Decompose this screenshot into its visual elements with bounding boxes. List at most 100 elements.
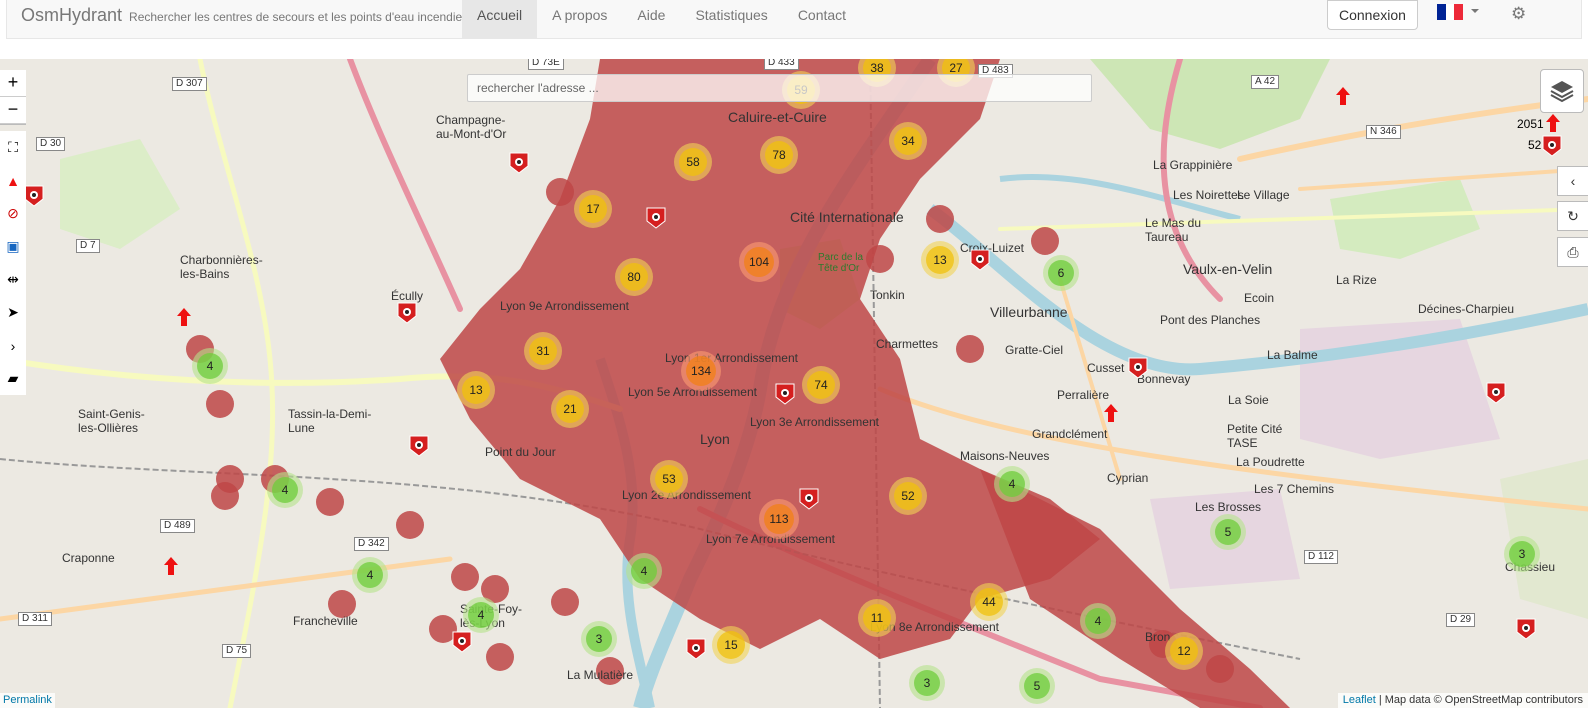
measure-icon[interactable]: ⇹ [0,263,26,296]
count-label: 2051 [1517,117,1544,131]
chevron-down-icon[interactable] [1471,9,1479,13]
fire-station-icon[interactable] [646,207,666,229]
nav-accueil[interactable]: Accueil [462,0,538,38]
marker-cluster[interactable]: 31 [524,332,562,370]
place-label: Lyon [700,431,730,447]
fire-station-icon[interactable] [1542,135,1562,157]
marker-cluster[interactable]: 4 [1080,603,1116,639]
fullscreen-icon[interactable]: ⛶ [0,131,26,164]
marker-cluster[interactable]: 80 [615,258,653,296]
place-label: La Grappinière [1153,158,1233,172]
add-station-icon[interactable]: ⊘ [0,197,26,230]
nav-contact[interactable]: Contact [783,0,861,38]
hydrant-icon[interactable] [1101,402,1121,424]
marker-cluster[interactable]: 5 [1210,514,1246,550]
marker-cluster[interactable]: 44 [970,583,1008,621]
road-label: D 112 [1304,550,1338,564]
zoom-in-button[interactable]: + [0,70,26,97]
marker-cluster[interactable]: 134 [681,351,721,391]
road-label: N 346 [1366,125,1401,139]
marker-cluster[interactable]: 13 [921,241,959,279]
hydrant-icon[interactable] [1333,85,1353,107]
marker-cluster[interactable]: 4 [267,472,303,508]
language-flag-icon[interactable] [1437,4,1464,20]
collapse-icon[interactable]: ‹ [1557,166,1588,196]
marker-cluster[interactable]: 34 [889,122,927,160]
nav-statistiques[interactable]: Statistiques [680,0,782,38]
fire-station-icon[interactable] [409,435,429,457]
road-label: A 42 [1251,75,1280,89]
fire-station-icon[interactable] [509,152,529,174]
hydrant-icon[interactable] [161,555,181,577]
nav-a-propos[interactable]: A propos [537,0,622,38]
fire-station-icon[interactable] [1128,357,1148,379]
marker-cluster[interactable]: 58 [674,143,712,181]
place-label: Point du Jour [485,445,556,459]
locate-icon[interactable]: ➤ [0,296,26,329]
main-nav: Accueil A propos Aide Statistiques Conta… [462,0,861,38]
folder-icon[interactable]: ▰ [0,362,26,395]
marker-cluster[interactable]: 17 [574,190,612,228]
marker-cluster[interactable]: 3 [581,621,617,657]
place-label: Pont des Planches [1160,313,1261,327]
fire-station-icon[interactable] [452,631,472,653]
marker-cluster[interactable]: 6 [1043,255,1079,291]
marker-cluster[interactable]: 74 [802,366,840,404]
marker-cluster[interactable]: 113 [759,499,799,539]
brand[interactable]: OsmHydrant Rechercher les centres de sec… [21,5,462,26]
place-label: Petite Cité TASE [1227,422,1283,450]
marker-cluster[interactable]: 53 [650,460,688,498]
marker-cluster[interactable]: 13 [457,371,495,409]
marker-cluster[interactable]: 104 [739,242,779,282]
marker-cluster[interactable]: 21 [551,390,589,428]
marker-cluster[interactable]: 11 [858,599,896,637]
marker-cluster[interactable]: 4 [626,553,662,589]
fire-station-icon[interactable] [24,185,44,207]
place-label: Ecoin [1244,291,1275,305]
login-button[interactable]: Connexion [1327,0,1418,30]
hydrant-icon[interactable] [174,306,194,328]
place-label: La Mulatière [567,668,634,682]
marker-cluster[interactable]: 15 [712,626,750,664]
marker-cluster[interactable]: 4 [192,348,228,384]
zoom-control: + − [0,70,26,125]
leaflet-link[interactable]: Leaflet [1343,694,1376,706]
map[interactable]: Caluire-et-Cuire Cité Internationale Vil… [0,59,1588,708]
zoom-out-button[interactable]: − [0,97,26,124]
add-hydrant-icon[interactable]: ▲ [0,164,26,197]
marker-cluster[interactable]: 4 [994,466,1030,502]
fire-station-icon[interactable] [775,383,795,405]
fire-station-icon[interactable] [1486,382,1506,404]
place-label: Francheville [293,614,358,628]
marker-cluster[interactable]: 3 [909,665,945,701]
fire-station-icon[interactable] [686,638,706,660]
permalink-link[interactable]: Permalink [0,693,55,708]
marker-cluster[interactable]: 52 [889,477,927,515]
brand-title[interactable]: OsmHydrant [21,5,122,25]
refresh-icon[interactable]: ↻ [1557,201,1588,231]
address-search-input[interactable]: rechercher l'adresse ... [467,74,1092,102]
place-label: La Balme [1267,348,1318,362]
place-label: Parc de la Tête d'Or [818,252,864,274]
place-label: Les Brosses [1195,500,1262,514]
marker-cluster[interactable]: 4 [352,557,388,593]
hydrant-icon[interactable] [1543,112,1563,134]
marker-cluster[interactable]: 12 [1165,632,1203,670]
marker-cluster[interactable]: 4 [463,597,499,633]
nav-aide[interactable]: Aide [622,0,680,38]
gear-icon[interactable]: ⚙ [1511,4,1526,24]
fire-station-icon[interactable] [970,249,990,271]
expand-icon[interactable]: › [0,329,26,362]
marker-cluster[interactable]: 5 [1019,668,1055,704]
rectangle-icon[interactable]: ▣ [0,230,26,263]
place-label: Le Village [1237,188,1290,202]
fire-station-icon[interactable] [799,488,819,510]
layers-icon[interactable] [1540,69,1584,113]
road-label: D 342 [354,537,389,551]
marker-cluster[interactable]: 3 [1504,536,1540,572]
road-label: D 7 [76,239,100,253]
fire-station-icon[interactable] [397,302,417,324]
print-icon[interactable]: ⎙ [1557,237,1588,267]
marker-cluster[interactable]: 78 [760,136,798,174]
fire-station-icon[interactable] [1516,618,1536,640]
